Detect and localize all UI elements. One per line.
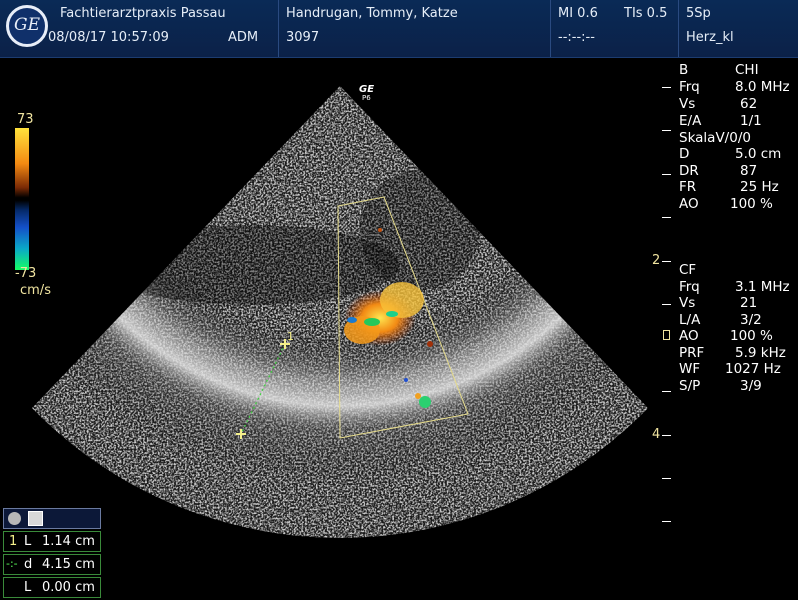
report-icon[interactable] [28,511,43,526]
caliper-label: 1 [287,330,294,343]
probe-model: P6 [362,94,371,102]
measurement-row-2[interactable]: -:- d 4.15 cm [3,554,101,575]
depth-mark-4: 4 [652,427,661,442]
depth-mark-2: 2 [652,253,661,268]
focus-marker-icon [663,330,670,340]
color-scale-unit: cm/s [20,283,51,298]
color-scale-max: 73 [17,112,34,127]
measurement-toolbar [3,508,101,529]
record-icon[interactable] [8,512,21,525]
color-scale-min: -73 [15,266,37,281]
measurement-row-1[interactable]: 1 L 1.14 cm [3,531,101,552]
measurement-panel: 1 L 1.14 cm -:- d 4.15 cm L 0.00 cm [3,508,101,600]
color-velocity-bar [15,128,29,270]
measurement-row-3[interactable]: L 0.00 cm [3,577,101,598]
